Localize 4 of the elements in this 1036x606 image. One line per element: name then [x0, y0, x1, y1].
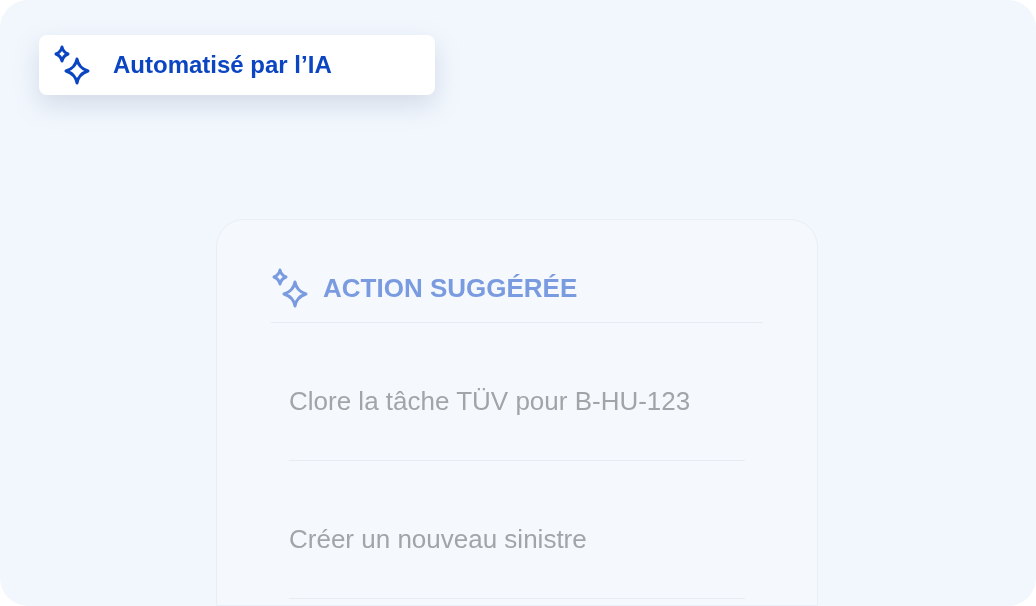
suggested-action[interactable]: Créer un nouveau sinistre [289, 520, 587, 559]
card-heading: ACTION SUGGÉRÉE [323, 271, 578, 305]
suggested-action[interactable]: Clore la tâche TÜV pour B-HU-123 [289, 382, 691, 421]
badge-label: Automatisé par l’IA [113, 50, 332, 80]
